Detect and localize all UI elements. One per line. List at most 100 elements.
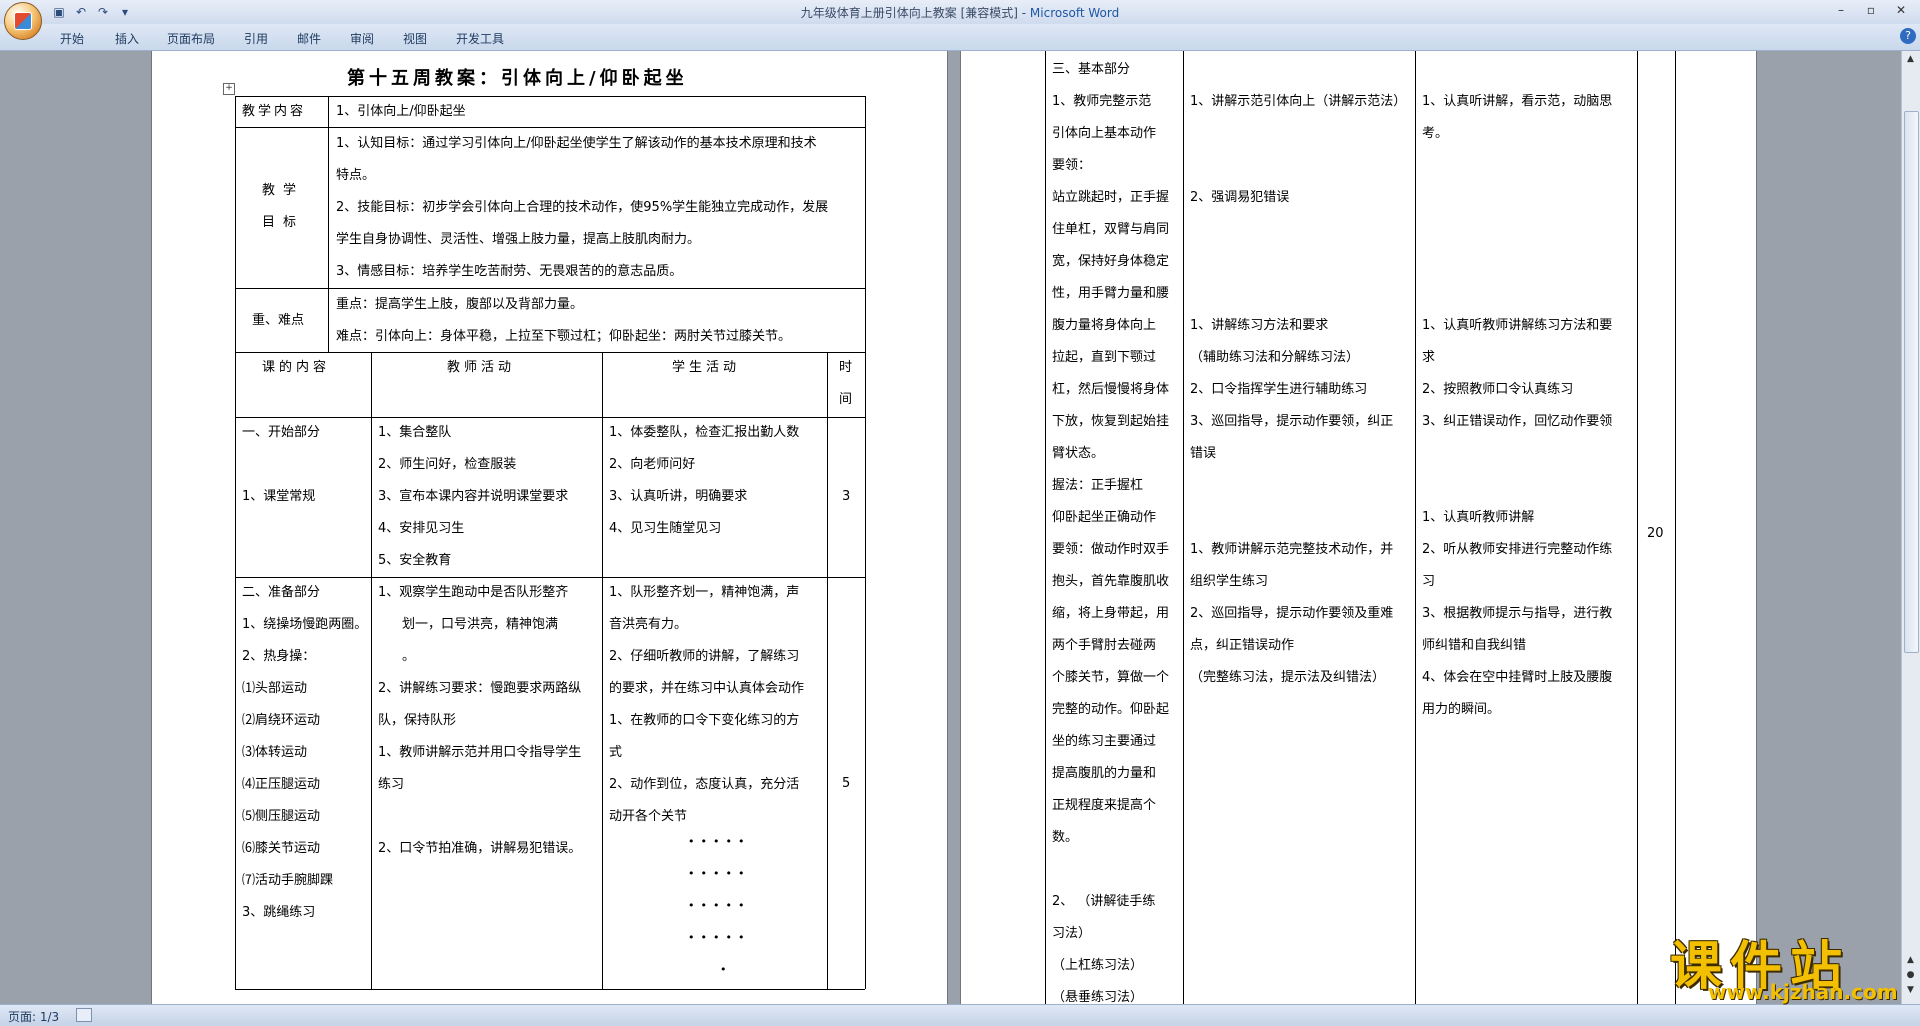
table-border (235, 127, 865, 128)
table-border (1637, 51, 1638, 1004)
key-point: 重点：提高学生上肢，腹部以及背部力量。 (336, 297, 584, 312)
document-title: 第十五周教案：引体向上/仰卧起坐 (347, 68, 688, 89)
office-logo-icon (14, 12, 32, 30)
tab-references[interactable]: 引用 (244, 30, 268, 47)
tab-developer[interactable]: 开发工具 (456, 30, 504, 47)
tab-insert[interactable]: 插入 (115, 30, 139, 47)
tab-page-layout[interactable]: 页面布局 (167, 30, 215, 47)
cell-line: ⑹膝关节运动 (242, 841, 321, 856)
cell-line: 1、认真听讲解，看示范，动脑思 (1422, 94, 1613, 109)
proofing-icon[interactable] (76, 1008, 92, 1022)
cell-line: 3、认真听讲，明确要求 (609, 489, 748, 504)
cell-line: 1、认真听教师讲解练习方法和要 (1422, 318, 1613, 333)
cell-line: 习 (1422, 574, 1436, 589)
content-label: 教学内容 (242, 104, 307, 119)
tab-mailings[interactable]: 邮件 (297, 30, 321, 47)
cell-line: ⑶体转运动 (242, 745, 308, 760)
title-bar: ▣ ↶ ↷ ▾ 九年级体育上册引体向上教案 [兼容模式] - Microsoft… (0, 0, 1920, 40)
cell-line: 完整的动作。仰卧起 (1052, 702, 1170, 717)
cell-line: 2、听从教师安排进行完整动作练 (1422, 542, 1613, 557)
cell-line: 站立跳起时，正手握 (1052, 190, 1170, 205)
scroll-up-icon[interactable]: ▲ (1904, 53, 1917, 66)
cell-line: 拉起，直到下颚过 (1052, 350, 1157, 365)
cell-line: 1、观察学生跑动中是否队形整齐 (378, 585, 569, 600)
table-move-handle-icon[interactable]: + (223, 83, 235, 95)
window-title-doc: 九年级体育上册引体向上教案 [兼容模式] - (800, 6, 1030, 20)
cell-line: 。 (402, 649, 416, 664)
window-controls: – ▫ ✕ (1826, 0, 1916, 20)
help-icon[interactable]: ? (1900, 28, 1916, 44)
cell-line: 2、 （讲解徒手练 (1052, 894, 1156, 909)
cell-line: 2、按照教师口令认真练习 (1422, 382, 1574, 397)
section1-time: 3 (842, 489, 851, 504)
cell-line: 2、强调易犯错误 (1190, 190, 1290, 205)
goals-label-1: 教学 (262, 183, 305, 198)
cell-line: 两个手臂肘去碰两 (1052, 638, 1157, 653)
cell-line: 二、准备部分 (242, 585, 321, 600)
cell-line: 师纠错和自我纠错 (1422, 638, 1527, 653)
cell-line: （悬垂练习法） (1052, 990, 1144, 1004)
window-title-app: Microsoft Word (1029, 6, 1120, 20)
cell-line: 音洪亮有力。 (609, 617, 688, 632)
table-border (371, 352, 372, 989)
status-page-count[interactable]: 页面: 1/3 (8, 1008, 59, 1025)
table-border (235, 96, 236, 989)
vertical-scrollbar[interactable]: ▲ ▲ ● ▼ (1901, 51, 1920, 1004)
cell-line: （上杠练习法） (1052, 958, 1144, 973)
cell-line: 握法：正手握杠 (1052, 478, 1144, 493)
cell-line: 一、开始部分 (242, 425, 321, 440)
window-title: 九年级体育上册引体向上教案 [兼容模式] - Microsoft Word (0, 4, 1920, 21)
formation-row: • (720, 963, 733, 976)
cell-line: 1、教师完整示范 (1052, 94, 1152, 109)
scrollbar-thumb[interactable] (1904, 111, 1919, 653)
cell-line: 1、教师讲解示范完整技术动作，并 (1190, 542, 1394, 557)
cell-line: 要领： (1052, 158, 1092, 173)
table-border (1045, 51, 1046, 1004)
goals-label-2: 目标 (262, 215, 305, 230)
table-border (1675, 51, 1676, 1004)
office-button[interactable] (4, 2, 42, 40)
key-label: 重、难点 (252, 313, 305, 328)
formation-row: ••••• (688, 835, 751, 848)
ribbon-tabs: 开始 插入 页面布局 引用 邮件 审阅 视图 开发工具 (0, 24, 1920, 51)
col-header-student: 学生活动 (672, 360, 741, 375)
document-area: 第十五周教案：引体向上/仰卧起坐 + 教学内容 1、引体向上/仰卧起坐 教学 目… (0, 51, 1902, 1004)
cell-line: 住单杠，双臂与肩同 (1052, 222, 1170, 237)
cell-line: 式 (609, 745, 623, 760)
close-button[interactable]: ✕ (1886, 0, 1916, 20)
tab-review[interactable]: 审阅 (350, 30, 374, 47)
watermark-url: www.kjzhan.com (1708, 980, 1898, 1004)
content-value: 1、引体向上/仰卧起坐 (336, 104, 466, 119)
cell-line: 数。 (1052, 830, 1079, 845)
tab-view[interactable]: 视图 (403, 30, 427, 47)
cell-line: （完整练习法，提示法及纠错法） (1190, 670, 1386, 685)
cell-line: 点，纠正错误动作 (1190, 638, 1295, 653)
cell-line: ⑷正压腿运动 (242, 777, 321, 792)
cell-line: 1、集合整队 (378, 425, 452, 440)
cell-line: 抱头，首先靠腹肌收 (1052, 574, 1170, 589)
table-border (602, 352, 603, 989)
col-header-time: 间 (839, 392, 853, 407)
cell-line: 3、根据教师提示与指导，进行教 (1422, 606, 1613, 621)
cell-line: 2、热身操： (242, 649, 316, 664)
cell-line: 提高腹肌的力量和 (1052, 766, 1157, 781)
cell-line: 1、队形整齐划一，精神饱满，声 (609, 585, 800, 600)
formation-row: ••••• (688, 899, 751, 912)
cell-line: 仰卧起坐正确动作 (1052, 510, 1157, 525)
cell-line: 1、课堂常规 (242, 489, 316, 504)
cell-line: 1、讲解练习方法和要求 (1190, 318, 1329, 333)
tab-home[interactable]: 开始 (60, 30, 84, 47)
cell-line: 3、巡回指导，提示动作要领，纠正 (1190, 414, 1394, 429)
cell-line: 杠，然后慢慢将身体 (1052, 382, 1170, 397)
table-border (235, 96, 865, 97)
section2-time: 5 (842, 776, 851, 791)
maximize-button[interactable]: ▫ (1856, 0, 1886, 20)
cell-line: 4、体会在空中挂臂时上肢及腰腹 (1422, 670, 1613, 685)
watermark-logo: 课件站 www.kjzhan.com (1670, 924, 1910, 1004)
cell-line: ⑸侧压腿运动 (242, 809, 321, 824)
goal-line: 3、情感目标：培养学生吃苦耐劳、无畏艰苦的的意志品质。 (336, 264, 683, 279)
table-border (827, 352, 828, 989)
basic-time: 20 (1647, 526, 1664, 541)
cell-line: 正规程度来提高个 (1052, 798, 1157, 813)
minimize-button[interactable]: – (1826, 0, 1856, 20)
